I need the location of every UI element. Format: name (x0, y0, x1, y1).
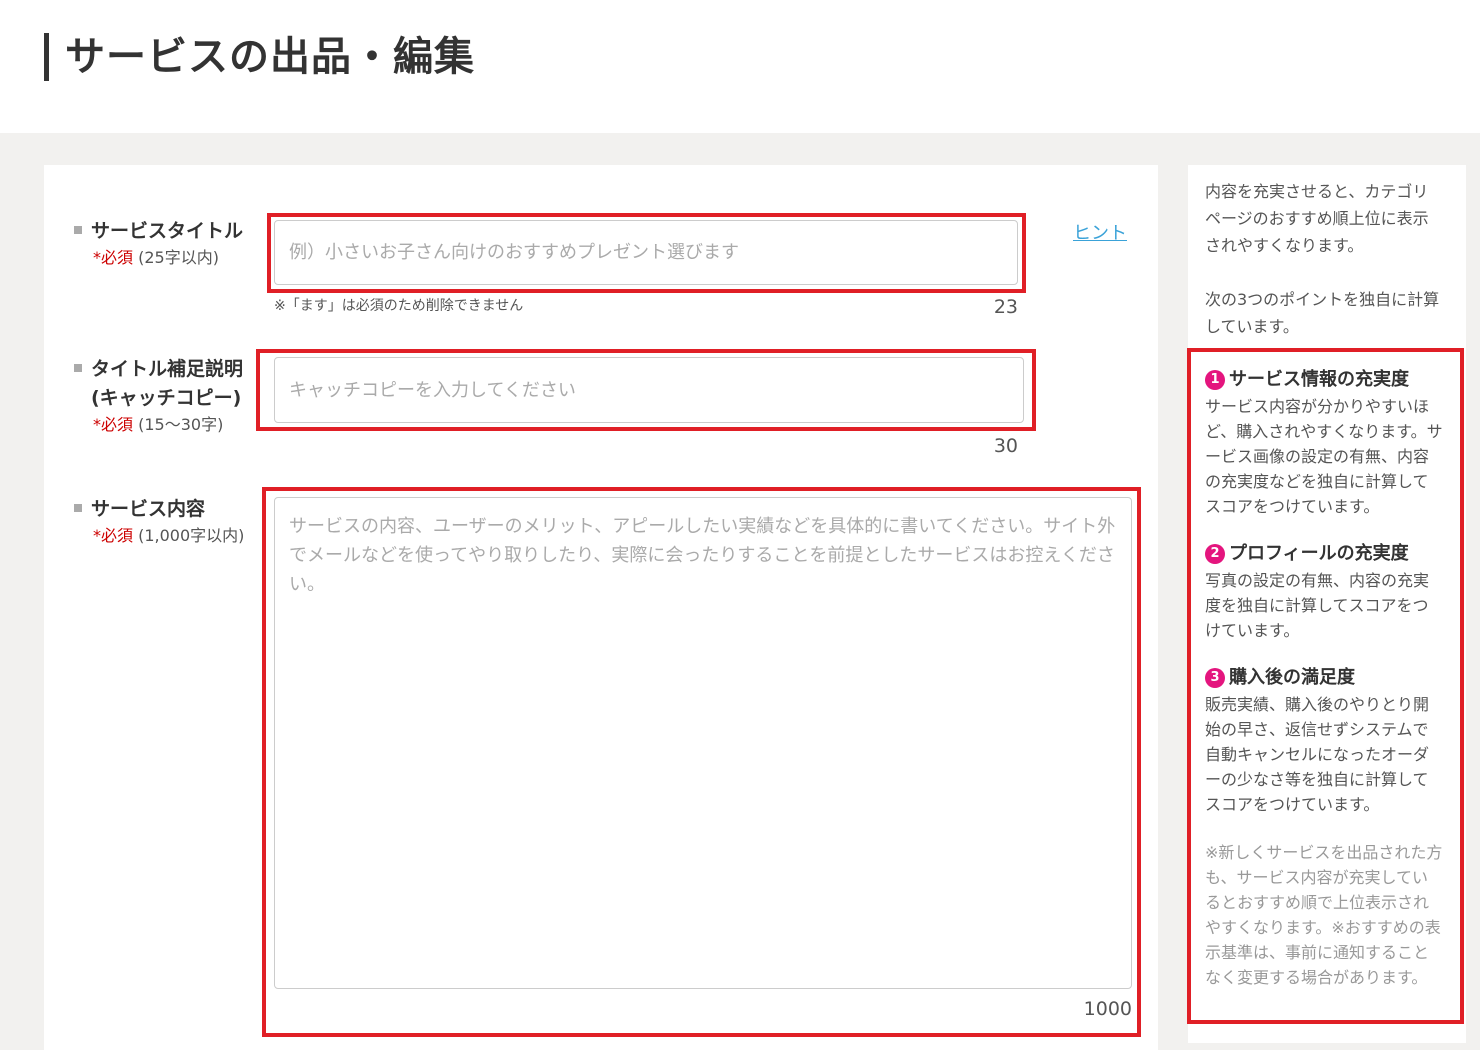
bullet-square-icon (74, 225, 82, 234)
point-item: 3 購入後の満足度 販売実績、購入後のやりとり開始の早さ、返信せずシステムで自動キ… (1205, 664, 1443, 817)
catch-copy-input[interactable] (274, 357, 1024, 423)
page-title: サービスの出品・編集 (44, 33, 475, 81)
content-char-counter: 1000 (1083, 998, 1132, 1020)
service-content-textarea[interactable] (274, 497, 1132, 989)
service-title-requirement: *必須 (25字以内) (93, 247, 219, 269)
point-title-row: 1 サービス情報の充実度 (1205, 366, 1443, 394)
catch-copy-label-line2: (キャッチコピー) (91, 387, 242, 409)
title-note: ※「ます」は必須のため削除できません (274, 298, 524, 314)
bullet-square-icon (74, 363, 82, 372)
sidebar-note: ※新しくサービスを出品された方も、サービス内容が充実しているとおすすめ順で上位表… (1205, 843, 1443, 987)
point-body: 販売実績、購入後のやりとり開始の早さ、返信せずシステムで自動キャンセルになったオ… (1205, 695, 1430, 814)
catch-copy-requirement: *必須 (15～30字) (93, 414, 223, 436)
point-title: 購入後の満足度 (1229, 667, 1355, 688)
service-content-label: サービス内容 (74, 495, 205, 523)
char-limit: (1,000字以内) (133, 526, 245, 545)
point-item: 2 プロフィールの充実度 写真の設定の有無、内容の充実度を独自に計算してスコアをつ… (1205, 540, 1443, 643)
required-mark: *必須 (93, 248, 134, 267)
point-title: サービス情報の充実度 (1229, 369, 1409, 390)
catch-copy-label: タイトル補足説明 (74, 355, 243, 383)
sidebar-intro-points: 次の3つのポイントを独自に計算しています。 (1205, 290, 1440, 336)
sidebar-intro: 内容を充実させると、カテゴリページのおすすめ順上位に表示されやすくなります。 (1205, 182, 1429, 255)
point-title: プロフィールの充実度 (1229, 543, 1409, 564)
number-2-icon: 2 (1205, 544, 1225, 564)
point-body: サービス内容が分かりやすいほど、購入されやすくなります。サービス画像の設定の有無… (1205, 397, 1443, 516)
hint-link[interactable]: ヒント (1073, 219, 1127, 245)
service-title-label-text: サービスタイトル (91, 220, 244, 242)
point-title-row: 2 プロフィールの充実度 (1205, 540, 1443, 568)
service-title-label: サービスタイトル (74, 217, 243, 245)
required-mark: *必須 (93, 526, 134, 545)
service-title-input[interactable] (274, 220, 1018, 285)
point-body: 写真の設定の有無、内容の充実度を独自に計算してスコアをつけています。 (1205, 571, 1430, 640)
required-mark: *必須 (93, 415, 134, 434)
number-1-icon: 1 (1205, 370, 1225, 390)
header-bar: サービスの出品・編集 (0, 0, 1480, 133)
title-char-counter: 23 (993, 296, 1018, 318)
bullet-square-icon (74, 503, 82, 512)
char-limit: (25字以内) (133, 248, 219, 267)
service-content-requirement: *必須 (1,000字以内) (93, 525, 244, 547)
catch-copy-label-line1: タイトル補足説明 (91, 358, 244, 380)
service-content-label-text: サービス内容 (91, 498, 206, 520)
point-item: 1 サービス情報の充実度 サービス内容が分かりやすいほど、購入されやすくなります。… (1205, 366, 1443, 519)
catch-copy-char-counter: 30 (993, 435, 1018, 457)
char-limit: (15～30字) (133, 415, 224, 434)
point-title-row: 3 購入後の満足度 (1205, 664, 1443, 692)
number-3-icon: 3 (1205, 668, 1225, 688)
